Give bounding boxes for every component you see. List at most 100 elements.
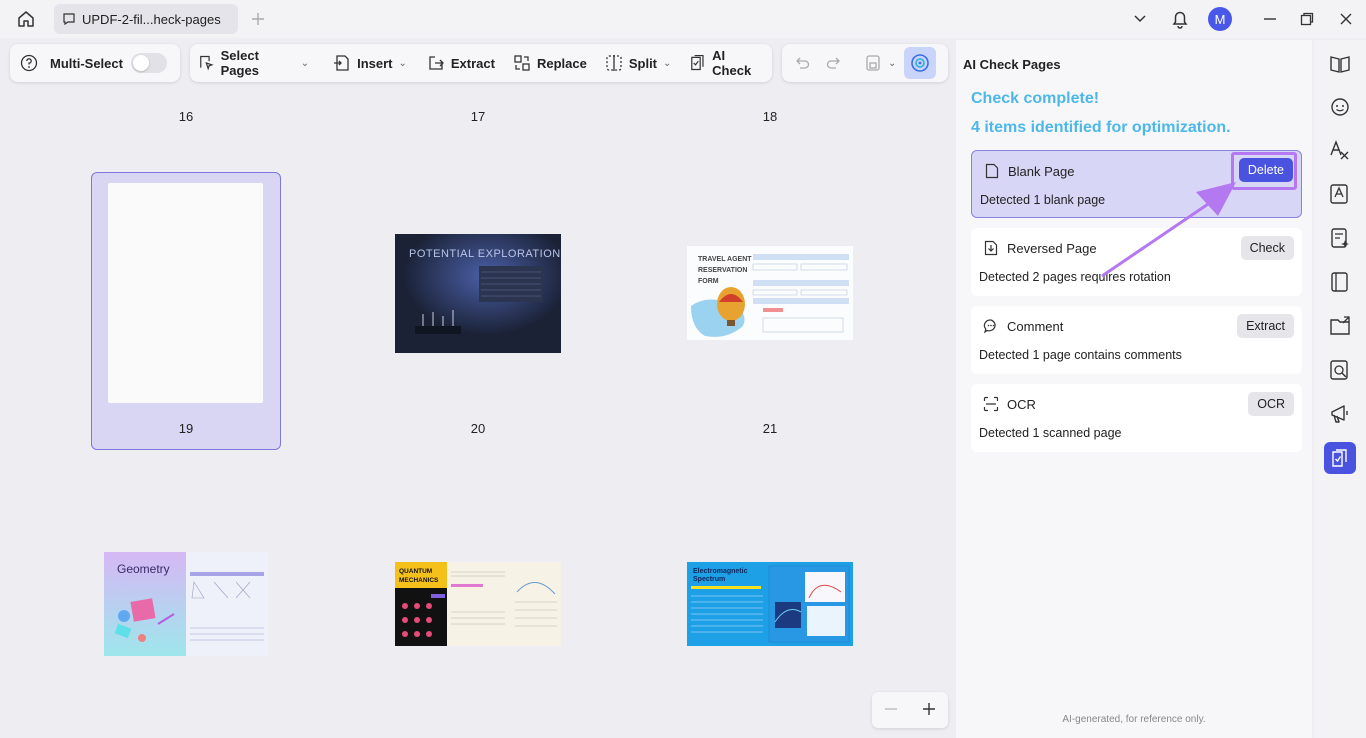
ai-summary-button[interactable] [1326, 224, 1354, 252]
comment-icon [983, 317, 999, 335]
extract-icon [429, 56, 444, 70]
chevron-down-icon [1134, 15, 1146, 23]
notifications-button[interactable] [1168, 6, 1192, 32]
present-button[interactable] [1326, 400, 1354, 428]
select-pages-button[interactable]: Select Pages ⌄ [190, 44, 317, 82]
tabs-dropdown-button[interactable] [1128, 6, 1152, 32]
blank-page-icon [984, 162, 1000, 180]
home-button[interactable] [14, 8, 38, 30]
split-button[interactable]: Split ⌄ [597, 44, 680, 82]
split-label: Split [628, 55, 658, 71]
chevron-down-icon: ⌄ [300, 57, 310, 69]
insert-icon [334, 55, 349, 71]
thumbnail-title: POTENTIAL EXPLORATION [409, 248, 561, 260]
card-description: Detected 1 scanned page [979, 426, 1122, 440]
ai-check-pages-button[interactable] [1324, 442, 1356, 474]
smile-sparkle-icon [1331, 98, 1349, 116]
multi-select-group: Multi-Select [10, 44, 180, 82]
help-icon [20, 54, 38, 72]
search-document-button[interactable] [1326, 356, 1354, 384]
delete-button[interactable]: Delete [1238, 158, 1293, 182]
document-tab-label: UPDF-2-fil...heck-pages [82, 11, 221, 27]
thumbnail-title: TRAVEL AGENT RESERVATION FORM [698, 256, 752, 285]
status-summary: 4 items identified for optimization. [971, 119, 1231, 136]
panel-title: AI Check Pages [963, 57, 1061, 72]
blank-page-thumbnail[interactable] [108, 183, 263, 403]
ai-check-icon [691, 54, 704, 71]
document-tab-icon [63, 13, 75, 26]
multi-select-toggle[interactable] [130, 53, 167, 73]
document-sparkle-icon [1331, 228, 1349, 248]
page-tools-group: Select Pages ⌄ Insert ⌄ Extract Replace … [190, 44, 772, 82]
extract-button[interactable]: Extract [419, 44, 503, 82]
undo-button[interactable] [782, 44, 818, 82]
ai-check-panel: AI Check Pages Check complete! 4 items i… [956, 40, 1312, 738]
page-thumbnail-travel-form[interactable]: TRAVEL AGENT RESERVATION FORM [687, 246, 853, 340]
replace-label: Replace [536, 55, 587, 71]
replace-button[interactable]: Replace [505, 44, 595, 82]
ai-check-pages-icon [1332, 449, 1347, 467]
help-button[interactable] [10, 44, 46, 82]
multi-select-label: Multi-Select [50, 55, 123, 71]
card-comment[interactable]: Comment Detected 1 page contains comment… [971, 306, 1302, 374]
search-icon [1330, 360, 1348, 380]
chevron-down-icon: ⌄ [663, 57, 672, 69]
ai-assistant-button[interactable] [904, 47, 937, 79]
minus-icon [885, 707, 897, 710]
ai-assistant-rail-button[interactable] [1326, 92, 1354, 120]
zoom-in-button[interactable] [922, 700, 936, 721]
insert-button[interactable]: Insert ⌄ [325, 44, 415, 82]
annotation-arrow [1101, 182, 1236, 278]
page-thumbnail-geometry[interactable]: Geometry [104, 552, 268, 656]
page-number: 18 [762, 109, 778, 124]
page-view-button[interactable] [1326, 268, 1354, 296]
page-number: 17 [470, 109, 486, 124]
ocr-button[interactable]: OCR [1248, 392, 1294, 416]
page-thumbnail-quantum[interactable]: QUANTUM MECHANICS [395, 562, 561, 646]
card-title: Blank Page [1008, 164, 1075, 179]
split-icon [606, 55, 622, 71]
extract-comments-button[interactable]: Extract [1237, 314, 1294, 338]
history-group: ⌄ [782, 44, 948, 82]
extract-label: Extract [450, 55, 495, 71]
status-complete: Check complete! [971, 90, 1100, 107]
ai-assistant-icon [911, 54, 930, 72]
thumbnail-title: QUANTUM MECHANICS [399, 568, 439, 584]
translate-button[interactable] [1326, 136, 1354, 164]
card-title: Reversed Page [1007, 241, 1097, 256]
text-recognition-icon [1330, 184, 1348, 204]
page-number: 21 [762, 421, 778, 436]
reader-mode-button[interactable] [1326, 50, 1354, 78]
ocr-text-button[interactable] [1326, 180, 1354, 208]
avatar: M [1208, 7, 1232, 31]
close-button[interactable] [1334, 6, 1358, 32]
ai-check-button[interactable]: AI Check [681, 44, 772, 82]
zoom-out-button[interactable] [884, 700, 898, 721]
zoom-controls [872, 692, 948, 728]
page-thumbnail-potential-exploration[interactable]: POTENTIAL EXPLORATION [395, 234, 561, 353]
minimize-button[interactable] [1258, 6, 1282, 32]
restore-button[interactable] [1295, 6, 1319, 32]
avatar-letter: M [1214, 11, 1226, 27]
card-description: Detected 1 page contains comments [979, 348, 1182, 362]
save-button[interactable]: ⌄ [850, 44, 900, 82]
page-number: 16 [178, 109, 194, 124]
page-number: 19 [178, 421, 194, 436]
book-open-icon [1330, 56, 1350, 73]
save-icon [866, 55, 880, 71]
chevron-down-icon: ⌄ [398, 57, 407, 69]
card-ocr[interactable]: OCR Detected 1 scanned page OCR [971, 384, 1302, 452]
ai-disclaimer: AI-generated, for reference only. [1062, 714, 1206, 725]
minimize-icon [1264, 18, 1276, 20]
page-thumbnail-electromagnetic[interactable]: Electromagnetic Spectrum [687, 562, 853, 646]
ocr-scan-icon [983, 395, 999, 413]
export-folder-button[interactable] [1326, 312, 1354, 340]
account-button[interactable]: M [1207, 6, 1233, 32]
insert-label: Insert [357, 55, 393, 71]
replace-icon [514, 55, 530, 71]
redo-button[interactable] [818, 44, 850, 82]
book-icon [1331, 272, 1348, 292]
check-button[interactable]: Check [1240, 236, 1294, 260]
document-tab[interactable]: UPDF-2-fil...heck-pages [54, 4, 238, 34]
add-tab-button[interactable] [248, 9, 268, 29]
